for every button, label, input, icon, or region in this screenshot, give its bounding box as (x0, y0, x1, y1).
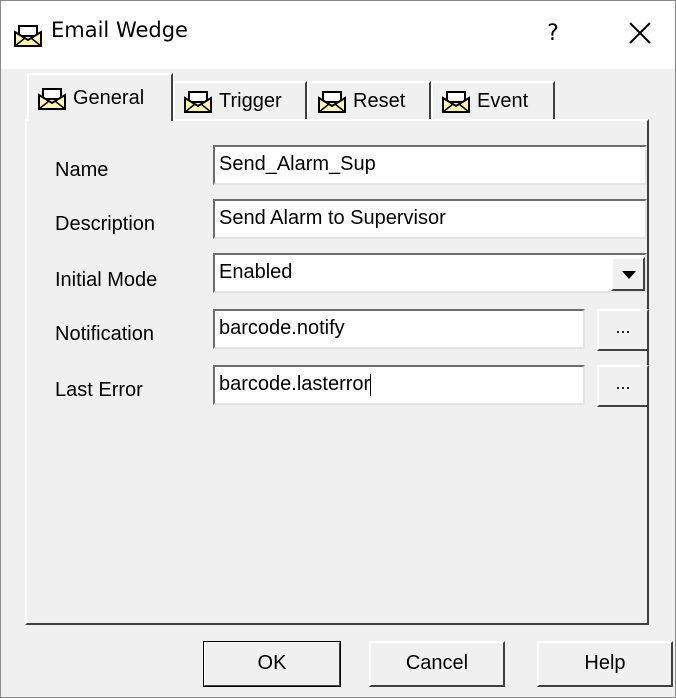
initial-mode-label: Initial Mode (55, 269, 158, 291)
help-button[interactable]: Help (537, 641, 673, 687)
tab-general-label: General (73, 86, 145, 109)
initial-mode-select[interactable]: Enabled (213, 253, 647, 293)
close-button[interactable] (607, 11, 673, 55)
tab-trigger-label: Trigger (219, 89, 282, 112)
last-error-browse-button[interactable]: ... (597, 365, 649, 407)
name-field[interactable]: Send_Alarm_Sup (213, 145, 647, 185)
notification-field[interactable]: barcode.notify (213, 309, 585, 349)
email-wedge-dialog: Email Wedge ? General Trigger Reset Even… (0, 0, 676, 698)
description-label: Description (55, 213, 156, 235)
email-icon (38, 88, 66, 110)
chevron-down-icon[interactable] (611, 257, 645, 291)
name-label: Name (55, 159, 109, 181)
window-title: Email Wedge (51, 18, 188, 42)
email-icon (442, 91, 470, 113)
email-icon (184, 91, 212, 113)
tab-event[interactable]: Event (431, 81, 555, 119)
ok-button[interactable]: OK (203, 641, 341, 687)
tab-reset-label: Reset (353, 89, 406, 112)
help-title-button[interactable]: ? (525, 15, 581, 53)
tab-general[interactable]: General (27, 73, 173, 121)
email-icon (14, 25, 42, 47)
last-error-label: Last Error (55, 379, 143, 401)
title-bar: Email Wedge ? (1, 1, 675, 69)
text-caret (370, 373, 372, 396)
tab-reset[interactable]: Reset (307, 81, 431, 119)
cancel-button[interactable]: Cancel (369, 641, 505, 687)
tab-event-label: Event (477, 89, 529, 112)
notification-label: Notification (55, 323, 154, 345)
last-error-field[interactable]: barcode.lasterror (213, 365, 585, 405)
tab-trigger[interactable]: Trigger (173, 81, 307, 119)
description-field[interactable]: Send Alarm to Supervisor (213, 199, 647, 239)
notification-browse-button[interactable]: ... (597, 309, 649, 351)
close-icon (629, 22, 651, 44)
email-icon (318, 91, 346, 113)
last-error-value: barcode.lasterror (219, 373, 371, 395)
